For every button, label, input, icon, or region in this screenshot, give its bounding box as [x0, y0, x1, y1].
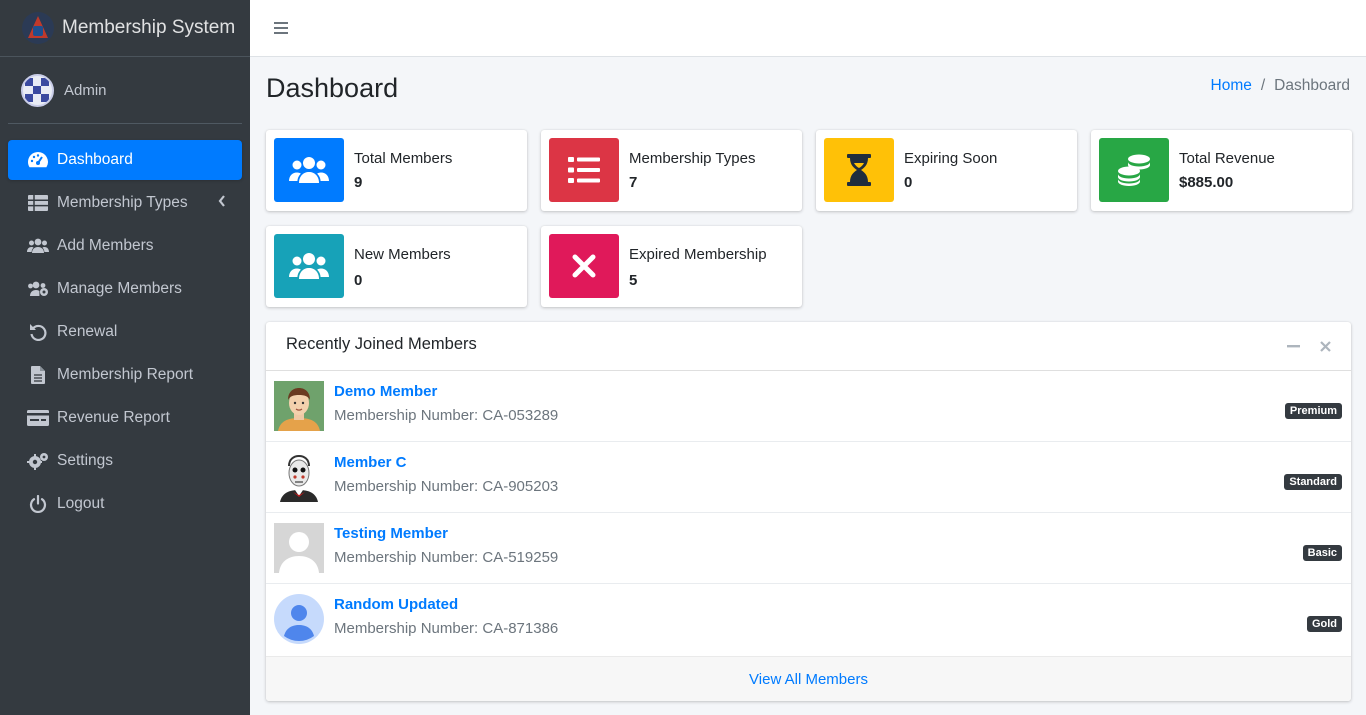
file-icon [26, 365, 50, 385]
brand-title: Membership System [62, 17, 236, 38]
user-panel: Admin [8, 57, 242, 124]
sidebar-nav: Dashboard Membership Types Add Members M… [0, 124, 250, 524]
membership-badge: Gold [1306, 616, 1342, 632]
info-box-value: 0 [354, 272, 363, 289]
list-icon [549, 138, 619, 202]
undo-icon [26, 322, 50, 342]
member-name-link[interactable]: Member C [334, 454, 407, 471]
times-icon [549, 234, 619, 298]
cogs-icon [26, 451, 50, 471]
power-icon [26, 494, 50, 514]
breadcrumb-current: Dashboard [1274, 77, 1350, 94]
page-title: Dashboard [266, 73, 399, 103]
info-box-total-members: Total Members 9 [266, 130, 527, 211]
sidebar: Membership System Admin Dashboard Member… [0, 0, 250, 715]
info-box-label: Expiring Soon [904, 150, 998, 167]
info-box-value: 0 [904, 174, 913, 191]
minus-icon[interactable] [1283, 336, 1303, 356]
info-box-value: 5 [629, 272, 638, 289]
list-item: Testing Member Membership Number: CA-519… [266, 513, 1351, 584]
sidebar-item-dashboard[interactable]: Dashboard [8, 140, 242, 180]
sidebar-item-add-members[interactable]: Add Members [8, 226, 242, 266]
hourglass-icon [824, 138, 894, 202]
info-box-expired-membership: Expired Membership 5 [541, 226, 802, 307]
member-avatar [274, 594, 324, 644]
info-box-value: 7 [629, 174, 638, 191]
member-name-link[interactable]: Demo Member [334, 383, 437, 400]
breadcrumb: Home / Dashboard [1211, 77, 1351, 95]
sidebar-item-label: Membership Report [57, 366, 194, 383]
sidebar-item-label: Settings [57, 452, 114, 469]
brand-link[interactable]: Membership System [0, 0, 250, 57]
list-item: Member C Membership Number: CA-905203 St… [266, 442, 1351, 513]
table-icon [26, 193, 50, 213]
users-icon [26, 236, 50, 256]
recent-members-card: Recently Joined Members Demo Member Memb… [266, 322, 1351, 701]
users-icon [274, 138, 344, 202]
brand-logo-icon [22, 12, 54, 44]
info-box-label: Total Members [354, 150, 453, 167]
sidebar-item-label: Add Members [57, 237, 154, 254]
users-icon [274, 234, 344, 298]
sidebar-item-label: Logout [57, 495, 105, 512]
info-box-label: New Members [354, 246, 451, 263]
info-box-value: $885.00 [1179, 174, 1234, 191]
sidebar-item-logout[interactable]: Logout [8, 484, 242, 524]
chevron-left-icon [218, 195, 226, 210]
close-icon[interactable] [1315, 336, 1335, 356]
breadcrumb-home-link[interactable]: Home [1211, 77, 1252, 95]
info-box-value: 9 [354, 174, 363, 191]
sidebar-item-manage-members[interactable]: Manage Members [8, 269, 242, 309]
info-box-membership-types: Membership Types 7 [541, 130, 802, 211]
sidebar-item-renewal[interactable]: Renewal [8, 312, 242, 352]
sidebar-item-revenue-report[interactable]: Revenue Report [8, 398, 242, 438]
membership-number: Membership Number: CA-871386 [334, 620, 559, 637]
membership-number: Membership Number: CA-905203 [334, 478, 559, 495]
users-cog-icon [26, 279, 50, 299]
card-header: Recently Joined Members [266, 322, 1351, 371]
sidebar-item-label: Dashboard [57, 151, 133, 168]
member-name-link[interactable]: Random Updated [334, 596, 458, 613]
coins-icon [1099, 138, 1169, 202]
membership-number: Membership Number: CA-053289 [334, 407, 559, 424]
view-all-members-link[interactable]: View All Members [749, 671, 868, 688]
info-box-label: Total Revenue [1179, 150, 1275, 167]
member-avatar [274, 381, 324, 431]
sidebar-item-label: Manage Members [57, 280, 182, 297]
sidebar-item-label: Membership Types [57, 194, 188, 211]
member-name-link[interactable]: Testing Member [334, 525, 448, 542]
user-name[interactable]: Admin [64, 82, 107, 99]
member-avatar [274, 523, 324, 573]
sidebar-item-membership-report[interactable]: Membership Report [8, 355, 242, 395]
hamburger-menu-icon[interactable] [274, 22, 288, 34]
sidebar-item-membership-types[interactable]: Membership Types [8, 183, 242, 223]
info-box-new-members: New Members 0 [266, 226, 527, 307]
sidebar-item-label: Revenue Report [57, 409, 170, 426]
list-item: Demo Member Membership Number: CA-053289… [266, 371, 1351, 442]
card-title: Recently Joined Members [286, 335, 477, 353]
info-box-label: Expired Membership [629, 246, 767, 263]
info-box-total-revenue: Total Revenue $885.00 [1091, 130, 1352, 211]
membership-badge: Standard [1284, 474, 1342, 490]
user-avatar [21, 73, 54, 107]
card-footer: View All Members [266, 656, 1351, 701]
dashboard-icon [26, 150, 50, 170]
membership-badge: Basic [1302, 545, 1342, 561]
sidebar-item-settings[interactable]: Settings [8, 441, 242, 481]
main-content: Dashboard Home / Dashboard Total Members… [250, 57, 1366, 715]
info-box-expiring-soon: Expiring Soon 0 [816, 130, 1077, 211]
member-avatar [274, 452, 324, 502]
membership-number: Membership Number: CA-519259 [334, 549, 559, 566]
membership-badge: Premium [1284, 403, 1342, 419]
top-navbar [250, 0, 1366, 57]
sidebar-item-label: Renewal [57, 323, 118, 340]
breadcrumb-separator: / [1260, 77, 1266, 94]
info-box-label: Membership Types [629, 150, 756, 167]
list-item: Random Updated Membership Number: CA-871… [266, 584, 1351, 655]
money-check-icon [26, 408, 50, 428]
